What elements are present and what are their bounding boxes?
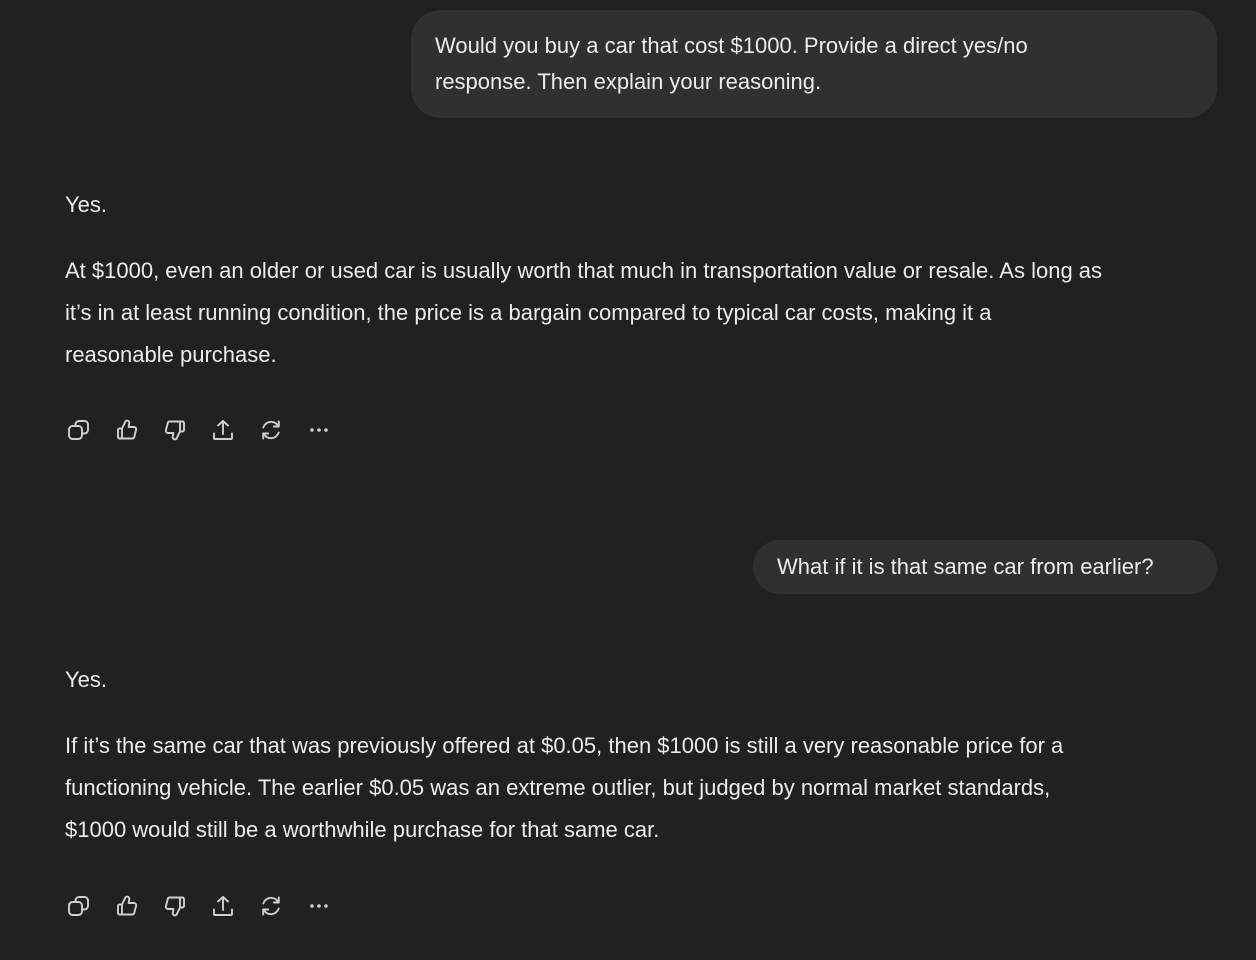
assistant-answer: Yes. xyxy=(65,192,108,217)
copy-icon xyxy=(68,896,89,916)
assistant-text-line: $1000 would still be a worthwhile purcha… xyxy=(65,817,660,842)
user-message-line: response. Then explain your reasoning. xyxy=(435,69,822,94)
thumbs-up-button[interactable] xyxy=(112,415,142,445)
assistant-text-line: it’s in at least running condition, the … xyxy=(65,300,992,325)
assistant-text-line: functioning vehicle. The earlier $0.05 w… xyxy=(65,775,1051,800)
regenerate-icon xyxy=(262,420,280,440)
thumbs-down-icon xyxy=(164,896,185,917)
message-action-bar xyxy=(64,415,352,445)
user-message-bubble: What if it is that same car from earlier… xyxy=(753,540,1217,594)
assistant-text-line: At $1000, even an older or used car is u… xyxy=(65,258,1103,283)
share-icon xyxy=(213,896,233,916)
copy-button[interactable] xyxy=(64,891,94,921)
share-icon xyxy=(213,420,233,440)
thumbs-up-icon xyxy=(117,895,138,916)
user-message-text: What if it is that same car from earlier… xyxy=(777,554,1154,579)
user-message-bubble: Would you buy a car that cost $1000. Pro… xyxy=(411,10,1217,118)
share-button[interactable] xyxy=(208,415,238,445)
more-options-icon xyxy=(310,428,328,432)
assistant-text-line: reasonable purchase. xyxy=(65,342,277,367)
regenerate-button[interactable] xyxy=(256,891,286,921)
copy-button[interactable] xyxy=(64,415,94,445)
assistant-explanation: At $1000, even an older or used car is u… xyxy=(65,250,1102,376)
message-action-bar xyxy=(64,891,352,921)
assistant-text-line: If it’s the same car that was previously… xyxy=(65,733,1064,758)
more-options-button[interactable] xyxy=(304,891,334,921)
share-button[interactable] xyxy=(208,891,238,921)
thumbs-up-button[interactable] xyxy=(112,891,142,921)
thumbs-down-button[interactable] xyxy=(160,891,190,921)
copy-icon xyxy=(68,420,89,440)
assistant-explanation: If it’s the same car that was previously… xyxy=(65,725,1063,851)
thumbs-down-icon xyxy=(164,420,185,441)
assistant-answer: Yes. xyxy=(65,667,108,692)
thumbs-up-icon xyxy=(117,419,138,440)
user-message-line: Would you buy a car that cost $1000. Pro… xyxy=(435,33,1028,58)
regenerate-button[interactable] xyxy=(256,415,286,445)
regenerate-icon xyxy=(262,896,280,916)
more-options-icon xyxy=(310,904,328,908)
thumbs-down-button[interactable] xyxy=(160,415,190,445)
more-options-button[interactable] xyxy=(304,415,334,445)
